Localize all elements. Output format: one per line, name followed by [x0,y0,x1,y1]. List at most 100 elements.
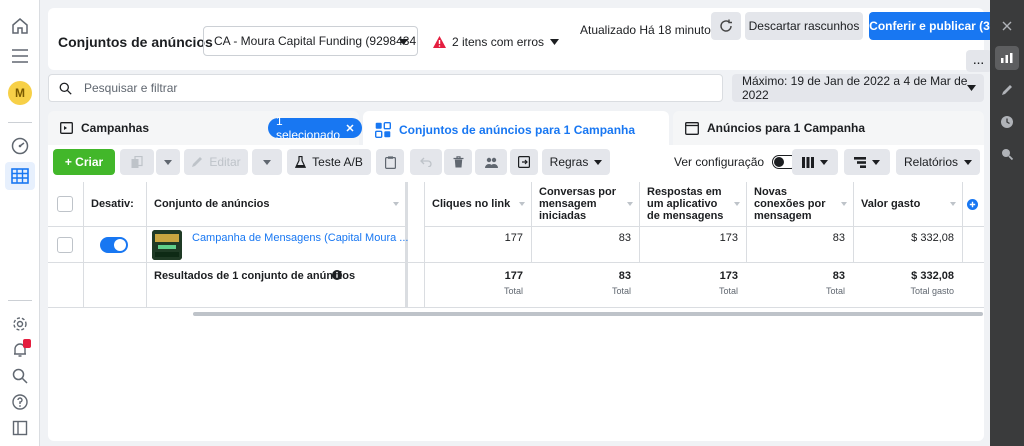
tab-ads-label: Anúncios para 1 Campanha [707,121,866,135]
edit-button[interactable]: Editar [184,149,248,175]
notification-badge [23,339,31,348]
info-icon[interactable] [332,270,342,280]
edit-dropdown-button[interactable] [252,149,282,175]
clipboard-button[interactable] [376,149,404,175]
column-header-spent-label: Valor gasto [861,198,921,210]
edit-label: Editar [209,155,241,169]
tab-campaigns-label: Campanhas [81,121,150,135]
selected-chip-label: 1 selecionado [276,114,341,142]
sort-icon[interactable] [950,202,956,206]
duplicate-icon [131,155,143,169]
history-clock-icon[interactable] [995,110,1019,134]
rules-dropdown[interactable]: Regras [542,149,610,175]
nav-divider [8,122,32,123]
duplicate-dropdown-button[interactable] [156,149,180,175]
adset-toggle[interactable] [100,237,128,253]
tab-ads[interactable]: Anúncios para 1 Campanha [673,111,984,145]
menu-icon[interactable] [8,44,32,68]
table-row[interactable]: Campanha de Mensagens (Capital Moura ...… [48,227,984,263]
column-header-connections[interactable]: Novas conexões por mensagem [746,182,853,227]
close-icon[interactable] [995,14,1019,38]
search-input[interactable] [84,81,684,95]
caret-down-icon [820,159,828,165]
horizontal-scrollbar[interactable] [193,312,983,316]
pencil-icon[interactable] [995,78,1019,102]
caret-down-icon [263,159,271,165]
view-config-toggle[interactable]: Ver configuração [674,155,799,169]
chart-icon[interactable] [995,46,1019,70]
row-checkbox[interactable] [57,237,73,253]
review-publish-button[interactable]: Conferir e publicar (3) [869,12,994,40]
total-spent: $ 332,08 [911,270,954,282]
refresh-button[interactable] [711,12,741,40]
column-header-off-label: Desativ: [91,198,134,210]
total-conversations-caption: Total [611,286,631,296]
create-button[interactable]: + Criar [53,149,115,175]
total-connections: 83 [832,270,845,282]
ads-manager-table-icon[interactable] [8,164,32,188]
discard-drafts-button[interactable]: Descartar rascunhos [745,12,863,40]
column-header-adset[interactable]: Conjunto de anúncios [146,182,405,227]
page-title: Conjuntos de anúncios [58,34,213,50]
help-icon[interactable] [8,390,32,414]
account-selector[interactable]: CA - Moura Capital Funding (9298434... [203,26,418,56]
search-filter-bar[interactable] [48,74,723,102]
errors-label: 2 itens com erros [452,35,545,49]
more-options-button[interactable]: ... [966,50,992,72]
adsets-table: Desativ: Conjunto de anúncios Cliques no… [48,182,984,308]
sort-icon[interactable] [393,202,399,206]
panel-toggle-icon[interactable] [8,416,32,440]
main-area: Conjuntos de anúncios CA - Moura Capital… [40,0,994,446]
date-range-label: Máximo: 19 de Jan de 2022 a 4 de Mar de … [742,74,968,102]
reports-dropdown[interactable]: Relatórios [896,149,980,175]
sort-icon[interactable] [734,202,740,206]
add-column-cell [962,182,984,227]
column-header-conversations[interactable]: Conversas por mensagem iniciadas [531,182,639,227]
add-column-icon[interactable] [967,198,978,210]
undo-button[interactable] [410,149,442,175]
close-icon[interactable] [346,124,354,132]
total-clicks: 177 [504,270,523,282]
columns-dropdown[interactable] [792,149,838,175]
total-clicks-caption: Total [503,286,523,296]
performance-gauge-icon[interactable] [8,134,32,158]
sort-icon[interactable] [627,202,633,206]
delete-button[interactable] [444,149,472,175]
column-header-replies-label: Respostas em um aplicativo de mensagens [647,186,724,222]
caret-down-icon [399,39,408,45]
date-range-picker[interactable]: Máximo: 19 de Jan de 2022 a 4 de Mar de … [732,74,984,102]
column-header-clicks[interactable]: Cliques no link [424,182,531,227]
flask-icon [295,156,307,168]
column-header-adset-label: Conjunto de anúncios [154,198,270,210]
tab-campaigns[interactable]: Campanhas 1 selecionado [48,111,363,145]
avatar[interactable]: M [8,81,32,105]
sort-icon[interactable] [519,202,525,206]
ab-test-button[interactable]: Teste A/B [287,149,371,175]
column-header-replies[interactable]: Respostas em um aplicativo de mensagens [639,182,746,227]
zoom-search-icon[interactable] [995,142,1019,166]
errors-dropdown[interactable]: 2 itens com erros [433,35,560,49]
select-all-checkbox[interactable] [57,196,73,212]
search-icon[interactable] [8,364,32,388]
total-conversations: 83 [618,270,631,282]
column-header-off[interactable]: Desativ: [83,182,146,227]
duplicate-button[interactable] [120,149,154,175]
adset-name-link[interactable]: Campanha de Mensagens (Capital Moura ... [192,232,408,244]
column-header-spent[interactable]: Valor gasto [853,182,962,227]
campaign-folder-icon [60,122,73,134]
trash-icon [453,156,464,168]
ab-test-label: Teste A/B [312,155,363,169]
totals-label: Resultados de 1 conjunto de anúncios [154,270,356,282]
tab-adsets[interactable]: Conjuntos de anúncios para 1 Campanha [363,111,669,148]
settings-gear-icon[interactable] [8,312,32,336]
sort-icon[interactable] [841,202,847,206]
warning-icon [433,36,446,48]
selected-count-chip[interactable]: 1 selecionado [268,114,363,142]
column-header-select [48,182,83,227]
audience-button[interactable] [475,149,507,175]
toolbar: + Criar Editar Teste A/B Regras Ver conf… [48,145,984,179]
export-button[interactable] [510,149,538,175]
home-icon[interactable] [8,14,32,38]
breakdown-dropdown[interactable] [844,149,890,175]
caret-down-icon [872,159,880,165]
